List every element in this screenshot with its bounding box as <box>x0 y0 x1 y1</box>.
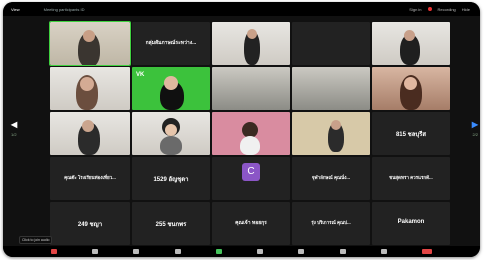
participant-name: 815 ชลบุรีส <box>395 132 427 139</box>
participant-tile[interactable] <box>372 67 450 110</box>
participant-tile[interactable] <box>212 67 290 110</box>
meeting-toolbar <box>3 246 480 257</box>
participant-tile[interactable]: จุฬาลักษณ์ คุณนั่ง... <box>292 157 370 200</box>
participant-tile[interactable] <box>292 67 370 110</box>
participant-tile[interactable]: VK <box>132 67 210 110</box>
participants-icon[interactable] <box>133 249 140 254</box>
participant-tile[interactable] <box>132 112 210 155</box>
participant-name: กลุ่มสัมภาษณ์ระหว่าง... <box>145 40 197 47</box>
next-page-arrow-icon[interactable]: ▶ <box>472 120 478 129</box>
participant-name: รุ่ง ปริเการณ์ คุณป... <box>311 220 351 226</box>
participant-tile[interactable] <box>50 67 130 110</box>
meeting-info: Meeting participants ID <box>43 6 85 12</box>
sign-in-button[interactable]: Sign in <box>409 7 421 12</box>
participant-name: คุณเจ้า หอยกุร <box>235 220 267 227</box>
participant-tile[interactable]: 1529 อัญชุดา <box>132 157 210 200</box>
mute-icon[interactable] <box>50 249 57 254</box>
participant-tile[interactable]: รุ่ง ปริเการณ์ คุณป... <box>292 202 370 245</box>
participant-name: คุณต๊ะ โรงเรียนท่องเที่ยว... <box>64 175 116 181</box>
participant-tile[interactable] <box>372 22 450 65</box>
brand-logo: VK <box>136 72 145 78</box>
zoom-window: View Meeting participants ID Sign in Rec… <box>3 2 480 257</box>
participant-tile[interactable] <box>212 22 290 65</box>
participant-name: 1529 อัญชุดา <box>153 177 189 184</box>
view-button[interactable]: View <box>11 7 20 12</box>
participant-tile[interactable]: 255 ชนกพร <box>132 202 210 245</box>
participant-name: Pakamon <box>397 219 425 226</box>
top-bar: View Meeting participants ID Sign in Rec… <box>3 2 480 16</box>
participant-tile[interactable]: C <box>212 157 290 200</box>
chat-icon[interactable] <box>174 249 181 254</box>
prev-page-arrow-icon[interactable]: ◀ <box>11 120 17 129</box>
participant-name: 249 ชญา <box>77 222 103 229</box>
reactions-icon[interactable] <box>298 249 305 254</box>
recording-icon <box>427 7 432 11</box>
participant-tile[interactable]: ชนสุดหรา ควรแรกดี... <box>372 157 450 200</box>
participant-tile[interactable]: Pakamon <box>372 202 450 245</box>
participant-tile[interactable]: 249 ชญา <box>50 202 130 245</box>
video-icon[interactable] <box>91 249 98 254</box>
share-screen-icon[interactable] <box>215 249 222 254</box>
end-meeting-button[interactable] <box>422 249 433 254</box>
participant-tile[interactable] <box>212 112 290 155</box>
participant-tile[interactable]: คุณเจ้า หอยกุร <box>212 202 290 245</box>
participant-name: จุฬาลักษณ์ คุณนั่ง... <box>311 175 351 181</box>
participant-tile[interactable]: กลุ่มสัมภาษณ์ระหว่าง... <box>132 22 210 65</box>
join-audio-hint[interactable]: Click to join audio <box>19 236 53 244</box>
hide-button[interactable]: Hide <box>462 7 470 12</box>
participant-tile[interactable]: คุณต๊ะ โรงเรียนท่องเที่ยว... <box>50 157 130 200</box>
participant-tile[interactable] <box>292 112 370 155</box>
participant-name: 255 ชนกพร <box>155 222 187 229</box>
next-page-indicator: 2/2 <box>472 132 478 137</box>
participant-tile[interactable]: 815 ชลบุรีส <box>372 112 450 155</box>
recording-label[interactable]: Recording <box>438 7 456 12</box>
participant-tile[interactable] <box>292 22 370 65</box>
prev-page-indicator: 1/2 <box>11 132 17 137</box>
participant-name: ชนสุดหรา ควรแรกดี... <box>389 175 433 181</box>
record-icon[interactable] <box>257 249 264 254</box>
participant-tile[interactable] <box>50 112 130 155</box>
participant-tile[interactable] <box>49 21 131 66</box>
apps-icon[interactable] <box>339 249 346 254</box>
more-icon[interactable] <box>381 249 388 254</box>
avatar: C <box>242 163 260 181</box>
